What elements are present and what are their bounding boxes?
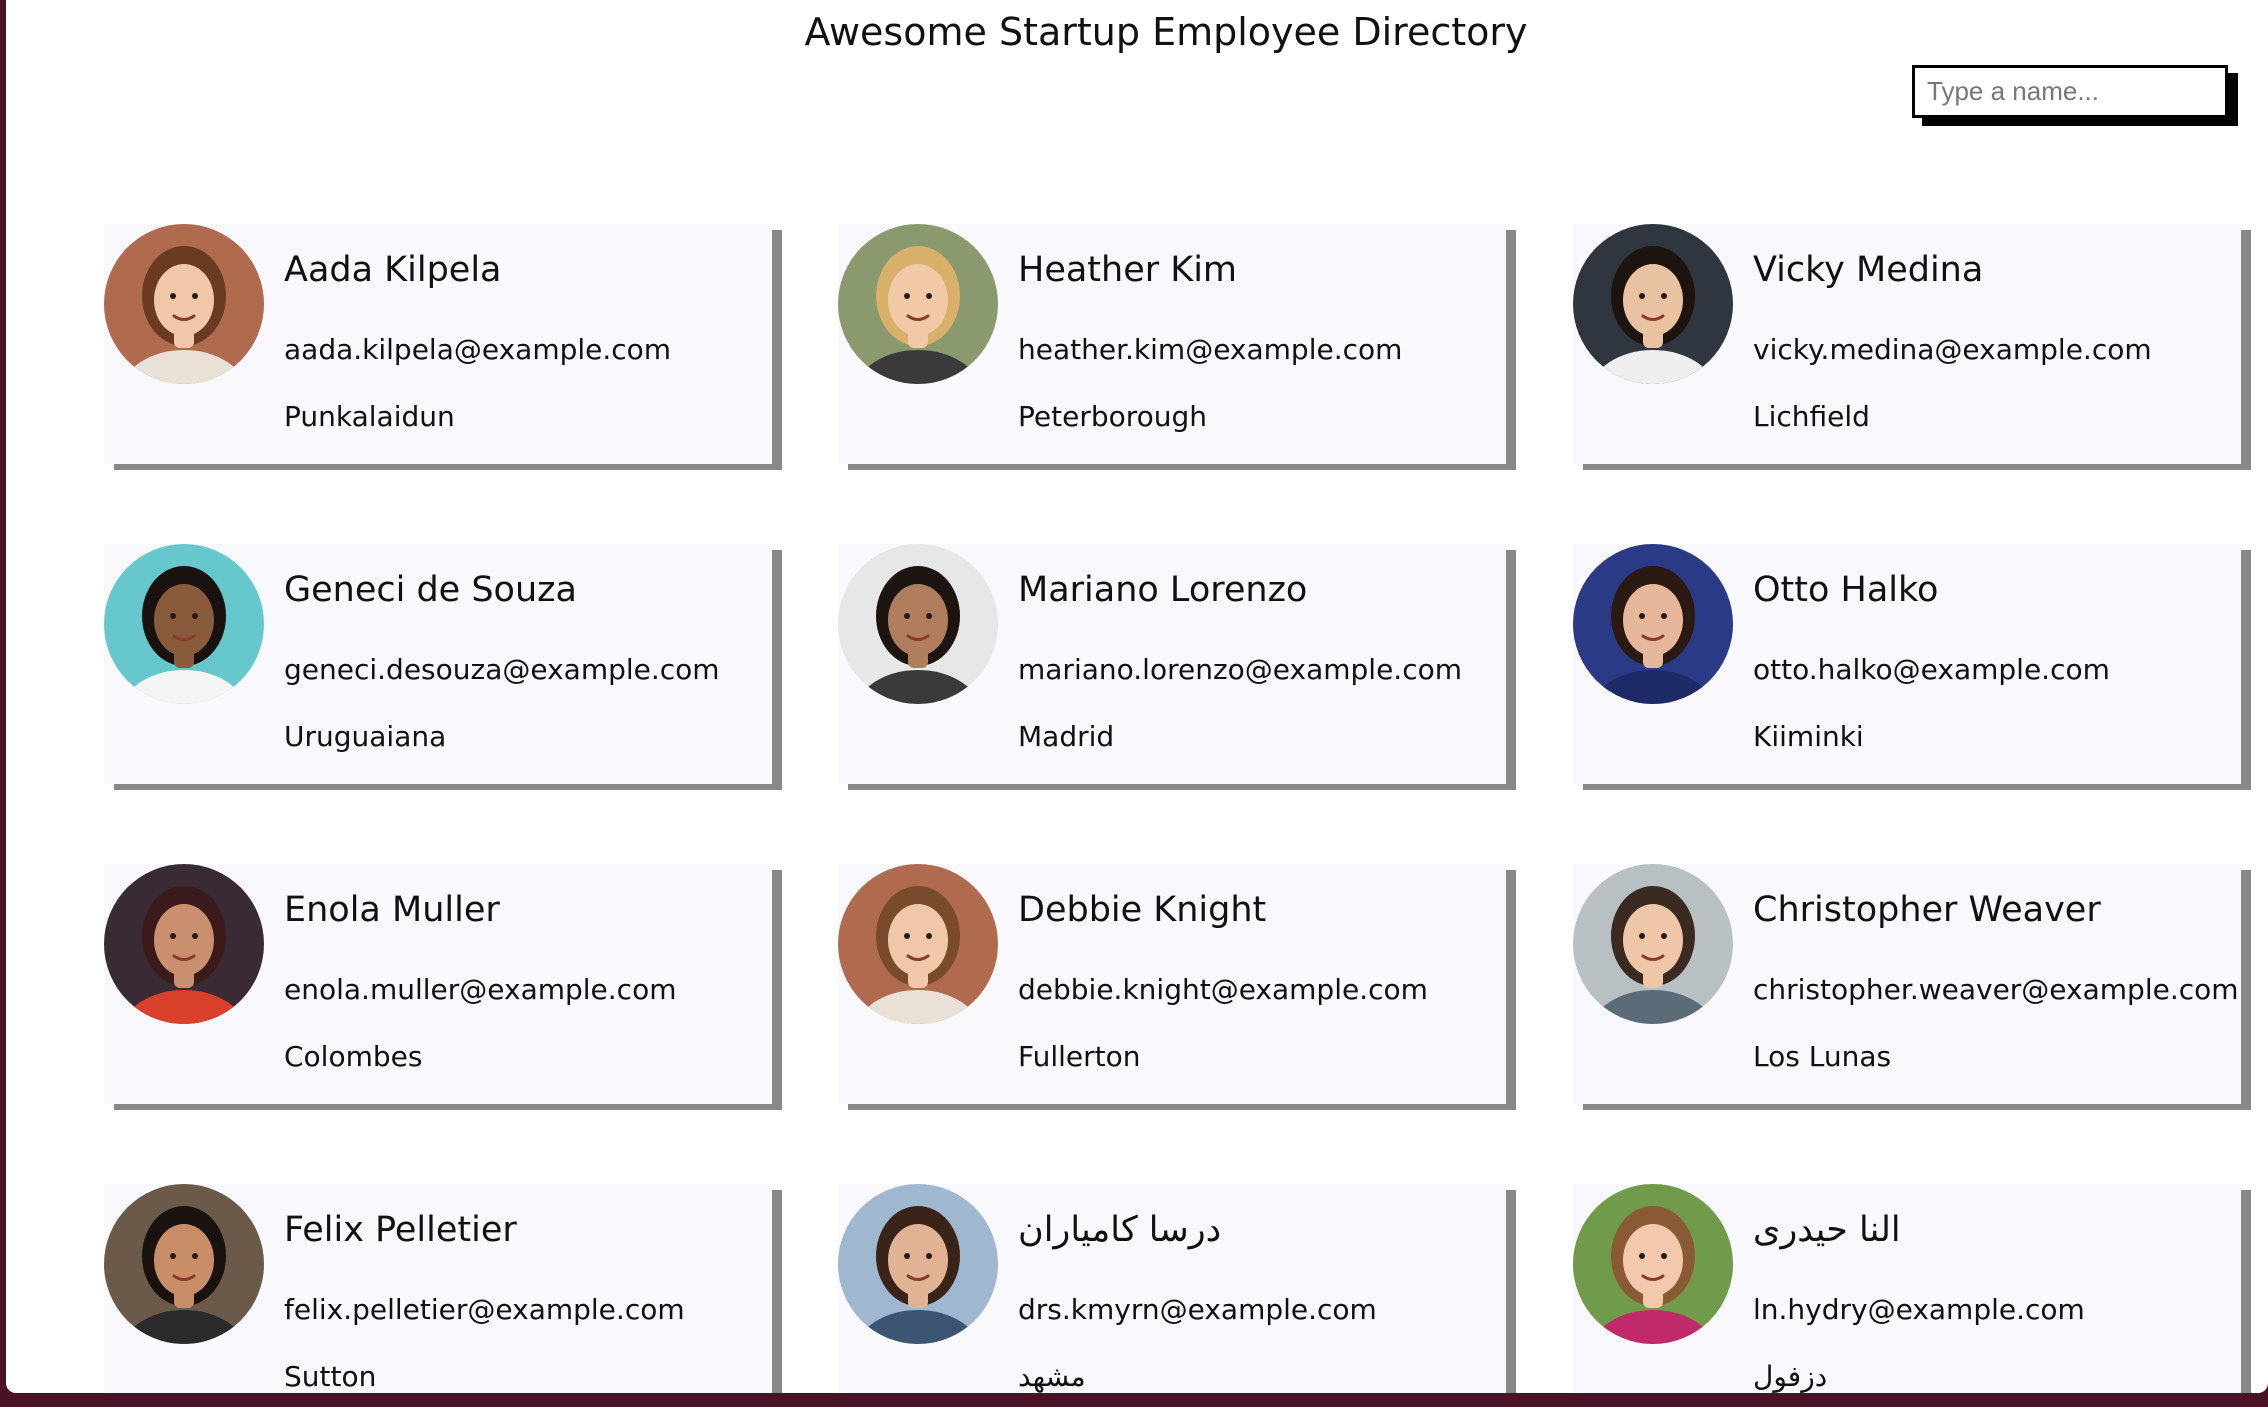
employee-name: Debbie Knight [1018,890,1267,930]
employee-city: Kiiminki [1753,720,1864,753]
employee-name: درسا کامیاران [1018,1210,1222,1250]
employee-email: drs.kmyrn@example.com [1018,1293,1377,1326]
employee-email: mariano.lorenzo@example.com [1018,653,1462,686]
employee-email: otto.halko@example.com [1753,653,2110,686]
employee-email: christopher.weaver@example.com [1753,973,2239,1006]
search-box [1912,65,2238,126]
employee-name: Mariano Lorenzo [1018,570,1308,610]
employee-city: Uruguaiana [284,720,447,753]
avatar-image [1573,224,1733,384]
avatar [1573,1184,1733,1344]
employee-name: النا حیدری [1753,1210,1901,1250]
avatar-image [104,864,264,1024]
avatar [104,864,264,1024]
employee-city: مشهد [1018,1360,1086,1393]
employee-city: Peterborough [1018,400,1208,433]
employee-email: enola.muller@example.com [284,973,677,1006]
employee-card[interactable]: Mariano Lorenzo mariano.lorenzo@example.… [838,544,1506,784]
employee-city: Colombes [284,1040,423,1073]
avatar [838,544,998,704]
avatar-image [104,224,264,384]
search-input[interactable] [1912,65,2228,118]
employee-name: Otto Halko [1753,570,1939,610]
employee-city: Fullerton [1018,1040,1141,1073]
employee-card[interactable]: Aada Kilpela aada.kilpela@example.com Pu… [104,224,772,464]
avatar-image [838,224,998,384]
employee-name: Christopher Weaver [1753,890,2101,930]
employee-card[interactable]: Felix Pelletier felix.pelletier@example.… [104,1184,772,1393]
avatar [838,864,998,1024]
avatar [104,224,264,384]
employee-email: debbie.knight@example.com [1018,973,1428,1006]
employee-name: Geneci de Souza [284,570,577,610]
employee-name: Vicky Medina [1753,250,1984,290]
employee-card[interactable]: Heather Kim heather.kim@example.com Pete… [838,224,1506,464]
employee-name: Felix Pelletier [284,1210,517,1250]
employee-city: Sutton [284,1360,377,1393]
employee-card[interactable]: Enola Muller enola.muller@example.com Co… [104,864,772,1104]
employee-email: heather.kim@example.com [1018,333,1403,366]
employee-city: Lichfield [1753,400,1870,433]
employee-card[interactable]: Christopher Weaver christopher.weaver@ex… [1573,864,2241,1104]
employee-card[interactable]: Geneci de Souza geneci.desouza@example.c… [104,544,772,784]
employee-name: Aada Kilpela [284,250,502,290]
employee-email: felix.pelletier@example.com [284,1293,685,1326]
avatar [838,1184,998,1344]
employee-city: Punkalaidun [284,400,455,433]
avatar-image [838,864,998,1024]
avatar [1573,864,1733,1024]
avatar-image [104,544,264,704]
avatar-image [838,1184,998,1344]
avatar [104,1184,264,1344]
employee-card[interactable]: Otto Halko otto.halko@example.com Kiimin… [1573,544,2241,784]
employee-email: vicky.medina@example.com [1753,333,2152,366]
avatar-image [1573,544,1733,704]
avatar-image [1573,864,1733,1024]
avatar [838,224,998,384]
employee-city: دزفول [1753,1360,1828,1393]
avatar [104,544,264,704]
page-title: Awesome Startup Employee Directory [804,10,1528,54]
employee-name: Heather Kim [1018,250,1238,290]
employee-email: geneci.desouza@example.com [284,653,720,686]
employee-card[interactable]: Debbie Knight debbie.knight@example.com … [838,864,1506,1104]
employee-card[interactable]: النا حیدری ln.hydry@example.com دزفول [1573,1184,2241,1393]
avatar [1573,544,1733,704]
directory-page: Awesome Startup Employee Directory Aada … [6,0,2268,1393]
employee-city: Los Lunas [1753,1040,1892,1073]
employee-card[interactable]: درسا کامیاران drs.kmyrn@example.com مشهد [838,1184,1506,1393]
employee-name: Enola Muller [284,890,500,930]
avatar [1573,224,1733,384]
avatar-image [104,1184,264,1344]
employee-email: aada.kilpela@example.com [284,333,672,366]
avatar-image [838,544,998,704]
avatar-image [1573,1184,1733,1344]
employee-card[interactable]: Vicky Medina vicky.medina@example.com Li… [1573,224,2241,464]
employee-city: Madrid [1018,720,1115,753]
employee-email: ln.hydry@example.com [1753,1293,2085,1326]
